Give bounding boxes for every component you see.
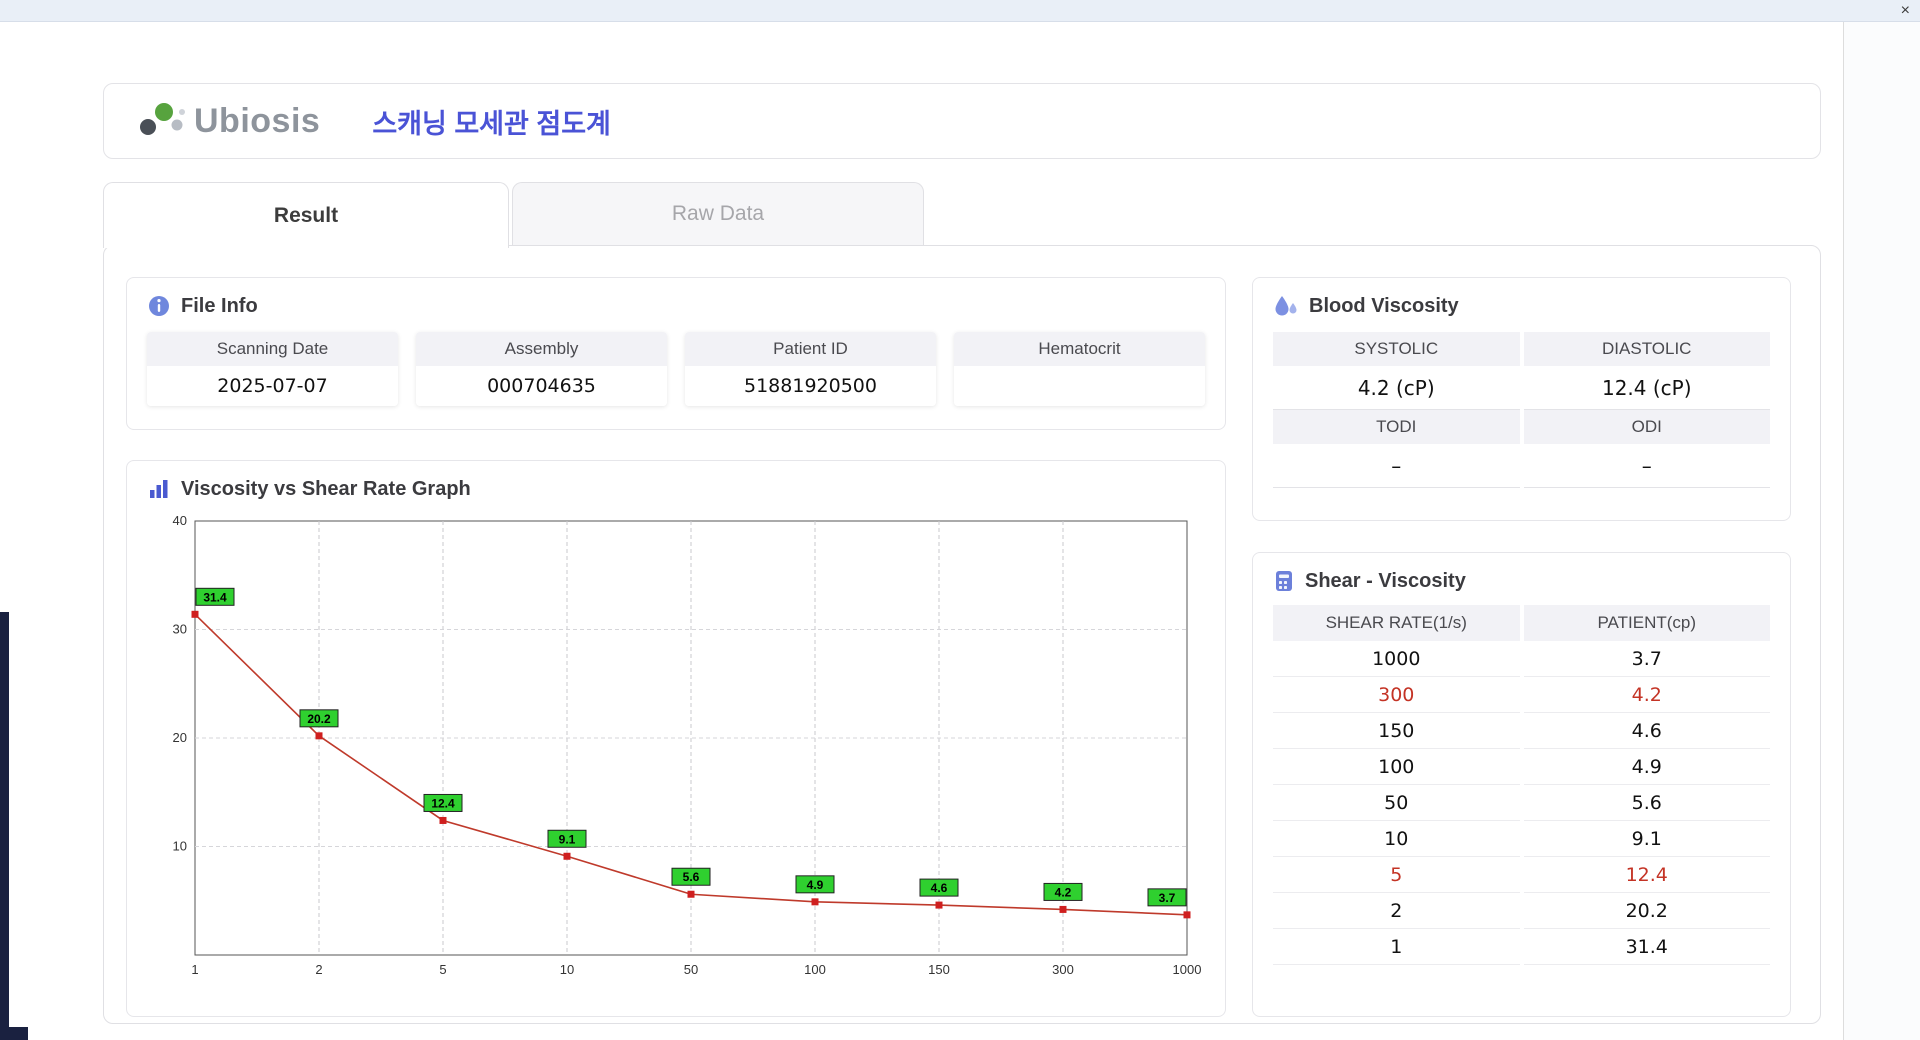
table-cell-rate: 100 <box>1273 749 1520 785</box>
shear-viscosity-card: Shear - Viscosity SHEAR RATE(1/s) PATIEN… <box>1252 552 1791 1017</box>
field-hematocrit: Hematocrit <box>954 332 1205 406</box>
svg-text:12.4: 12.4 <box>431 796 455 810</box>
svg-text:3.7: 3.7 <box>1159 891 1176 905</box>
ubiosis-logo-icon <box>140 103 185 135</box>
svg-text:50: 50 <box>684 962 698 977</box>
viscosity-chart-svg: 10 20 30 40 1 2 5 10 50 100 150 300 1000 31.4 20.2 12.4… <box>173 513 1202 977</box>
diastolic-value: 12.4 (cP) <box>1523 366 1770 410</box>
field-label: Hematocrit <box>954 332 1205 366</box>
svg-text:10: 10 <box>173 839 187 854</box>
table-cell-rate: 1000 <box>1273 641 1520 677</box>
todi-value: – <box>1273 444 1520 488</box>
ubiosis-logo: Ubiosis <box>136 99 320 143</box>
calculator-icon <box>1276 571 1292 591</box>
app-header: Ubiosis 스캐닝 모세관 점도계 <box>103 83 1821 159</box>
table-cell-rate: 300 <box>1273 677 1520 713</box>
file-info-card: File Info Scanning Date 2025-07-07 Assem… <box>126 277 1226 430</box>
blood-viscosity-table: SYSTOLIC DIASTOLIC 4.2 (cP) 12.4 (cP) TO… <box>1273 332 1770 488</box>
tab-raw-data[interactable]: Raw Data <box>512 182 924 245</box>
tab-result[interactable]: Result <box>103 182 509 248</box>
svg-text:5: 5 <box>439 962 446 977</box>
logo-text: Ubiosis <box>194 101 321 140</box>
result-panel: File Info Scanning Date 2025-07-07 Assem… <box>103 245 1821 1024</box>
desktop-edge-artifact <box>0 612 9 1040</box>
table-cell-patient: 9.1 <box>1523 821 1770 857</box>
blood-viscosity-title: Blood Viscosity <box>1309 294 1459 317</box>
svg-text:20.2: 20.2 <box>307 712 331 726</box>
graph-title: Viscosity vs Shear Rate Graph <box>181 477 471 500</box>
svg-text:100: 100 <box>804 962 826 977</box>
viscosity-chart: 10 20 30 40 1 2 5 10 50 100 150 300 1000 31.4 20.2 12.4… <box>147 507 1205 990</box>
svg-text:4.6: 4.6 <box>931 881 948 895</box>
viscosity-graph-card: Viscosity vs Shear Rate Graph 10 20 30 40 1 2… <box>126 460 1226 1017</box>
field-value: 000704635 <box>416 366 667 406</box>
field-label: Assembly <box>416 332 667 366</box>
svg-text:1: 1 <box>191 962 198 977</box>
diastolic-label: DIASTOLIC <box>1523 332 1770 366</box>
systolic-label: SYSTOLIC <box>1273 332 1520 366</box>
systolic-value: 4.2 (cP) <box>1273 366 1520 410</box>
svg-text:30: 30 <box>173 622 187 637</box>
window-right-gutter <box>1844 22 1920 1040</box>
field-value <box>954 366 1205 406</box>
bar-chart-icon <box>150 480 168 498</box>
odi-label: ODI <box>1523 410 1770 444</box>
table-cell-rate: 1 <box>1273 929 1520 965</box>
table-cell-patient: 4.2 <box>1523 677 1770 713</box>
table-cell-rate: 2 <box>1273 893 1520 929</box>
table-cell-rate: 50 <box>1273 785 1520 821</box>
svg-text:5.6: 5.6 <box>683 870 700 884</box>
svg-text:2: 2 <box>315 962 322 977</box>
close-icon[interactable]: × <box>1901 0 1910 22</box>
viscometer-app: { "window": { "close": "×" }, "header": … <box>0 0 1920 1040</box>
table-cell-patient: 31.4 <box>1523 929 1770 965</box>
window-titlebar: × <box>0 0 1920 22</box>
svg-text:150: 150 <box>928 962 950 977</box>
table-cell-rate: 150 <box>1273 713 1520 749</box>
odi-value: – <box>1523 444 1770 488</box>
field-value: 2025-07-07 <box>147 366 398 406</box>
svg-text:10: 10 <box>560 962 574 977</box>
svg-text:9.1: 9.1 <box>559 832 576 846</box>
file-info-title: File Info <box>181 294 258 317</box>
table-cell-rate: 5 <box>1273 857 1520 893</box>
desktop-corner-artifact <box>0 1027 28 1040</box>
field-label: Scanning Date <box>147 332 398 366</box>
field-assembly: Assembly 000704635 <box>416 332 667 406</box>
table-cell-patient: 4.6 <box>1523 713 1770 749</box>
column-header-patient: PATIENT(cp) <box>1523 605 1770 641</box>
field-patient-id: Patient ID 51881920500 <box>685 332 936 406</box>
svg-text:300: 300 <box>1052 962 1074 977</box>
column-header-shear-rate: SHEAR RATE(1/s) <box>1273 605 1520 641</box>
page-title: 스캐닝 모세관 점도계 <box>372 108 611 139</box>
info-icon <box>149 296 169 316</box>
shear-viscosity-title: Shear - Viscosity <box>1305 569 1466 592</box>
blood-drop-icon <box>1275 296 1297 316</box>
svg-text:4.9: 4.9 <box>807 878 824 892</box>
file-info-fields: Scanning Date 2025-07-07 Assembly 000704… <box>147 332 1205 406</box>
table-cell-patient: 12.4 <box>1523 857 1770 893</box>
table-cell-patient: 5.6 <box>1523 785 1770 821</box>
field-value: 51881920500 <box>685 366 936 406</box>
field-scanning-date: Scanning Date 2025-07-07 <box>147 332 398 406</box>
table-cell-patient: 20.2 <box>1523 893 1770 929</box>
svg-text:1000: 1000 <box>1173 962 1202 977</box>
svg-text:20: 20 <box>173 730 187 745</box>
blood-viscosity-card: Blood Viscosity SYSTOLIC DIASTOLIC 4.2 (… <box>1252 277 1791 521</box>
shear-viscosity-table: SHEAR RATE(1/s) PATIENT(cp) 1000 3.7 300… <box>1273 605 1770 965</box>
table-cell-patient: 3.7 <box>1523 641 1770 677</box>
todi-label: TODI <box>1273 410 1520 444</box>
field-label: Patient ID <box>685 332 936 366</box>
svg-text:31.4: 31.4 <box>203 590 227 604</box>
table-cell-patient: 4.9 <box>1523 749 1770 785</box>
svg-text:40: 40 <box>173 513 187 528</box>
svg-text:4.2: 4.2 <box>1055 885 1072 899</box>
table-cell-rate: 10 <box>1273 821 1520 857</box>
